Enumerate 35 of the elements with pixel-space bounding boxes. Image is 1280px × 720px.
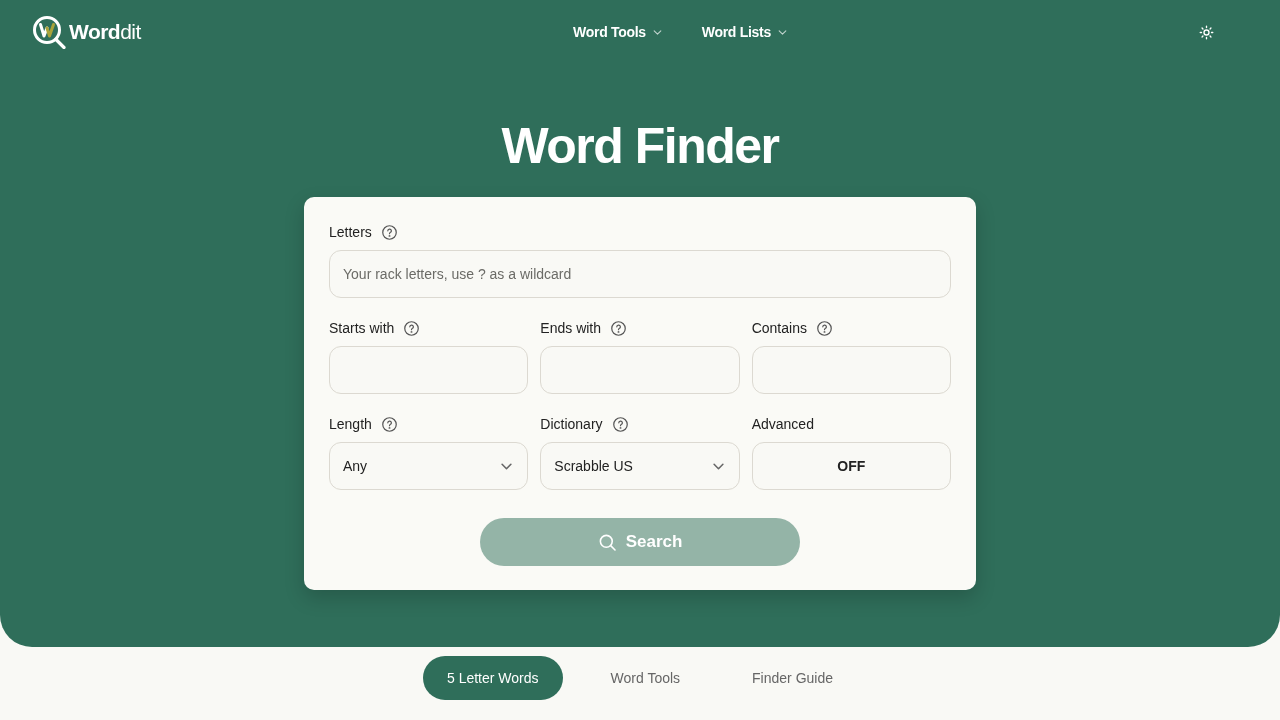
- input-field[interactable]: [329, 346, 529, 394]
- field-label: Dictionary: [540, 414, 603, 434]
- help-icon[interactable]: [381, 416, 397, 432]
- field-label: Length: [329, 414, 372, 434]
- input-field[interactable]: [540, 346, 740, 394]
- tab[interactable]: 5 Letter Words: [423, 656, 563, 700]
- page-title: Word Finder: [501, 118, 779, 174]
- chevron-down-icon: [652, 29, 662, 35]
- tab[interactable]: Word Tools: [586, 656, 705, 700]
- field-label: Starts with: [329, 318, 395, 338]
- select-field[interactable]: Any: [329, 442, 529, 490]
- search-icon: [597, 532, 617, 552]
- help-icon[interactable]: [404, 320, 420, 336]
- toggle-button[interactable]: OFF: [751, 442, 951, 490]
- field-label: Ends with: [540, 318, 602, 338]
- logo-icon: [32, 15, 66, 49]
- field-label: Advanced: [751, 414, 814, 434]
- tab[interactable]: Finder Guide: [728, 656, 857, 700]
- logo-link[interactable]: Worddit: [32, 15, 141, 49]
- field-label: Contains: [751, 318, 807, 338]
- help-icon[interactable]: [611, 320, 627, 336]
- help-icon[interactable]: [816, 320, 832, 336]
- chevron-down-icon: [777, 29, 787, 35]
- field-label: Letters: [329, 222, 372, 242]
- chevron-down-icon: [712, 462, 724, 470]
- theme-toggle-button[interactable]: [1198, 24, 1214, 40]
- select-field[interactable]: Scrabble US: [540, 442, 740, 490]
- sun-icon: [1198, 24, 1214, 40]
- help-icon[interactable]: [381, 224, 397, 240]
- input-field[interactable]: Your rack letters, use ? as a wildcard: [329, 250, 951, 298]
- nav-menu-button[interactable]: Word Tools: [573, 21, 662, 43]
- help-icon[interactable]: [612, 416, 628, 432]
- chevron-down-icon: [501, 462, 513, 470]
- input-field[interactable]: [751, 346, 951, 394]
- nav-menu-button[interactable]: Word Lists: [701, 21, 787, 43]
